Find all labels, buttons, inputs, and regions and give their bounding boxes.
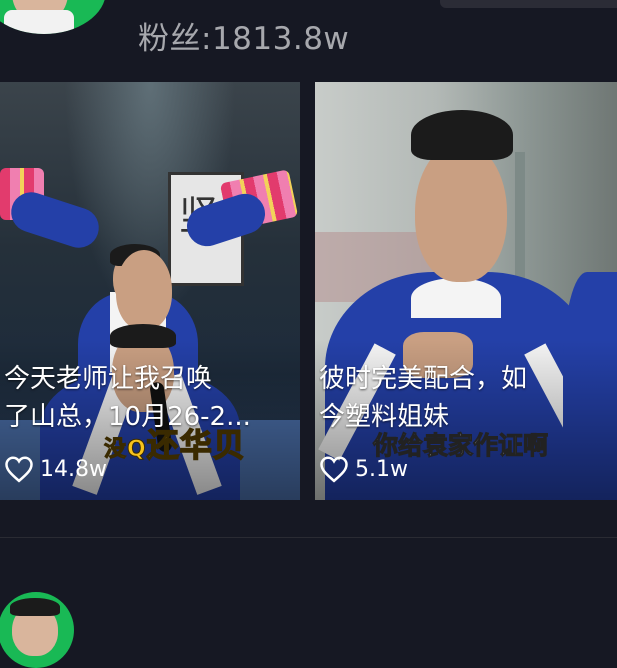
video-caption-overlay: 没Q还华贝 — [104, 425, 246, 465]
like-count-value: 14.8w — [40, 456, 107, 482]
fans-count: 粉丝:1813.8w — [138, 21, 350, 57]
video-card[interactable]: 彼时完美配合，如 今塑料姐妹 你给袁家作证啊 5.1w — [315, 82, 617, 500]
avatar-hair — [10, 598, 60, 616]
heart-outline-icon — [320, 456, 348, 483]
section-divider — [0, 537, 617, 538]
like-count: 5.1w — [319, 455, 408, 483]
avatar[interactable] — [0, 0, 106, 34]
video-card[interactable]: 竖 今天老师让我召唤 了山总，10月26-2... 没Q还华贝 14.8w — [0, 82, 300, 500]
like-count-value: 5.1w — [355, 456, 408, 482]
avatar-collar — [4, 10, 74, 34]
video-title: 彼时完美配合，如 今塑料姐妹 — [319, 364, 528, 432]
avatar[interactable] — [0, 592, 74, 668]
follow-button[interactable] — [440, 0, 617, 8]
heart-outline-icon — [5, 456, 33, 483]
like-count: 14.8w — [4, 455, 107, 483]
